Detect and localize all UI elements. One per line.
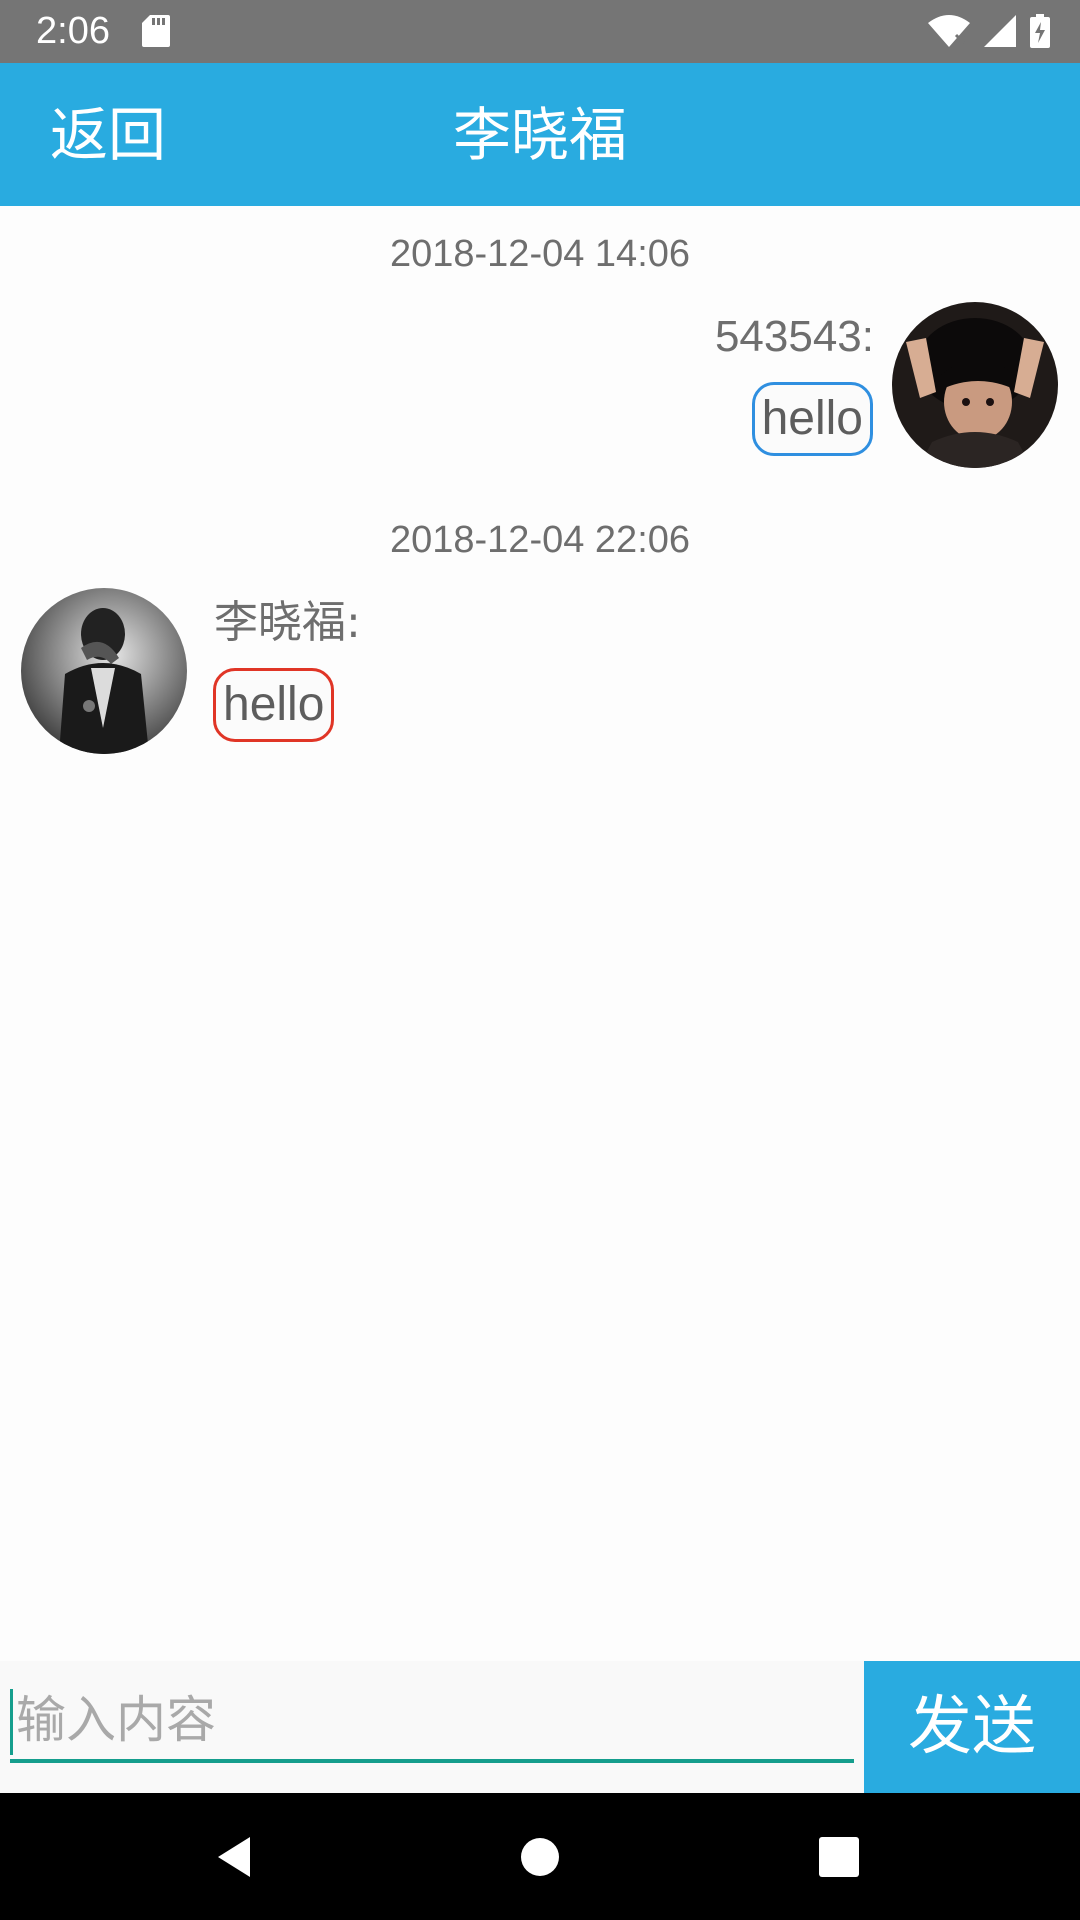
page-title: 李晓福 <box>452 101 627 169</box>
status-time: 2:06 <box>36 10 110 52</box>
message-input[interactable] <box>10 1681 854 1763</box>
back-icon[interactable] <box>212 1833 260 1881</box>
avatar[interactable] <box>21 588 187 754</box>
sender-name: 李晓福: <box>214 597 361 648</box>
status-bar: 2:06 <box>0 0 1080 63</box>
sd-card-icon <box>142 15 170 47</box>
avatar-person-icon <box>21 588 187 754</box>
message-bubble[interactable]: hello <box>213 668 335 742</box>
chat-screen: 2:06 返回 李晓福 2018-12-04 14:06 543543: hel… <box>0 0 1080 1920</box>
avatar-child-icon <box>892 302 1058 468</box>
message-timestamp: 2018-12-04 22:06 <box>389 519 691 561</box>
message-list[interactable]: 2018-12-04 14:06 543543: hello 2018-12-0… <box>0 206 1080 1661</box>
recents-icon[interactable] <box>818 1833 860 1881</box>
navigation-bar <box>0 1793 1080 1920</box>
battery-icon <box>1030 14 1050 48</box>
message-timestamp: 2018-12-04 14:06 <box>389 233 691 275</box>
signal-icon <box>984 15 1016 47</box>
sender-name: 543543: <box>714 312 874 361</box>
send-button[interactable]: 发送 <box>864 1661 1080 1793</box>
message-bubble[interactable]: hello <box>751 382 873 456</box>
wifi-icon <box>928 15 970 47</box>
title-bar: 返回 李晓福 <box>0 63 1080 206</box>
text-cursor <box>10 1689 13 1755</box>
home-icon[interactable] <box>520 1833 560 1881</box>
status-icons <box>928 14 1050 48</box>
avatar[interactable] <box>892 302 1058 468</box>
composer-bar: 发送 <box>0 1661 1080 1793</box>
